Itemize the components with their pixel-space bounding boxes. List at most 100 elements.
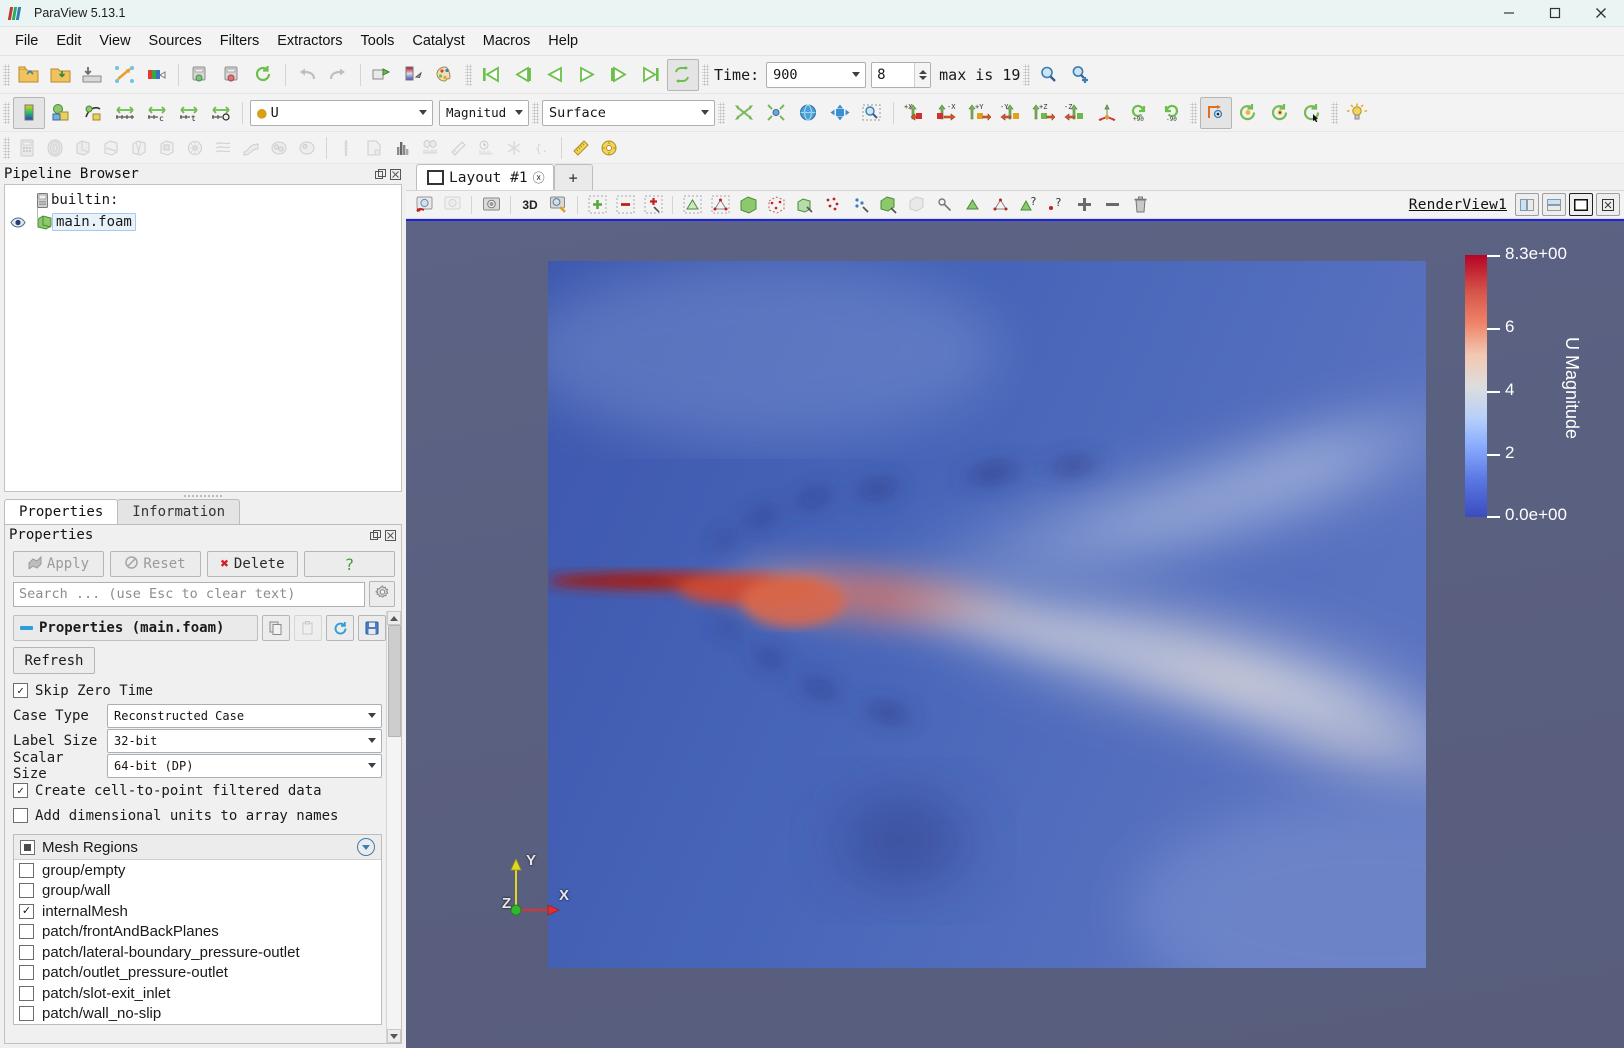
maximize-view-button[interactable]: [1569, 193, 1593, 216]
menu-extractors[interactable]: Extractors: [268, 30, 351, 52]
save-data-icon[interactable]: [77, 59, 109, 91]
chevron-down-icon[interactable]: [847, 63, 865, 87]
pipeline-node-builtin[interactable]: builtin:: [5, 189, 401, 211]
show-center-axes-icon[interactable]: [1200, 96, 1232, 129]
component-selector[interactable]: Magnitud: [439, 99, 529, 126]
toolbar-grip[interactable]: [3, 63, 10, 86]
save-defaults-button[interactable]: [358, 615, 386, 641]
chevron-down-icon[interactable]: [510, 101, 528, 125]
play-button[interactable]: [571, 59, 603, 91]
chevron-down-icon[interactable]: [696, 101, 714, 125]
render-view-name[interactable]: RenderView1: [1409, 197, 1507, 213]
reset-center-icon[interactable]: [1232, 97, 1264, 129]
skip-zero-time-row[interactable]: ✓ Skip Zero Time: [13, 678, 386, 703]
glyph-filter-icon[interactable]: [181, 134, 209, 162]
delete-annotation-icon[interactable]: [1126, 191, 1154, 219]
toolbar-grip[interactable]: [718, 101, 725, 124]
list-item[interactable]: patch/slot-exit_inlet: [14, 983, 381, 1004]
reset-camera-icon[interactable]: [728, 97, 760, 129]
delete-button[interactable]: ✖ Delete: [207, 551, 298, 577]
chevron-down-icon[interactable]: [363, 730, 381, 752]
camera-zoom-icon[interactable]: [544, 191, 572, 219]
disconnect-server-icon[interactable]: [216, 59, 248, 91]
save-state-icon[interactable]: [45, 59, 77, 91]
toolbar-grip[interactable]: [465, 63, 472, 86]
view-minus-y-icon[interactable]: -Y: [995, 97, 1027, 129]
view-plus-z-icon[interactable]: +Z: [1027, 97, 1059, 129]
rescale-visible-range-icon[interactable]: t: [173, 97, 205, 129]
pick-center-icon[interactable]: [1264, 97, 1296, 129]
redo-icon[interactable]: [323, 59, 355, 91]
close-view-button[interactable]: [1596, 193, 1620, 216]
toolbar-grip[interactable]: [532, 101, 539, 124]
mesh-region-checkbox[interactable]: [19, 862, 34, 878]
mesh-region-checkbox[interactable]: ✓: [19, 903, 34, 919]
zoom-closest-icon[interactable]: [824, 97, 856, 129]
cell-to-point-row[interactable]: ✓ Create cell-to-point filtered data: [13, 778, 386, 803]
tab-properties[interactable]: Properties: [4, 499, 119, 524]
mesh-region-checkbox[interactable]: [19, 1006, 34, 1022]
plot-over-time-icon[interactable]: [472, 134, 500, 162]
menu-sources[interactable]: Sources: [140, 30, 211, 52]
clip-filter-icon[interactable]: [69, 134, 97, 162]
redo-camera-icon[interactable]: [438, 191, 466, 219]
restore-defaults-button[interactable]: [326, 615, 354, 641]
mesh-region-checkbox[interactable]: [19, 965, 34, 981]
maximize-button[interactable]: [1532, 0, 1578, 26]
plot-over-line-icon[interactable]: [332, 134, 360, 162]
list-item[interactable]: patch/frontAndBackPlanes: [14, 922, 381, 943]
label-size-select[interactable]: 32-bit: [107, 728, 382, 753]
chevron-down-icon[interactable]: [414, 101, 432, 125]
interactive-select-points-icon[interactable]: [818, 191, 846, 219]
menu-tools[interactable]: Tools: [352, 30, 404, 52]
undock-icon[interactable]: [374, 168, 387, 181]
clear-selection-icon[interactable]: [902, 191, 930, 219]
mesh-regions-tristate-checkbox[interactable]: [20, 839, 35, 855]
mesh-region-checkbox[interactable]: [19, 924, 34, 940]
select-cells-surface-icon[interactable]: [678, 191, 706, 219]
select-cell-icon[interactable]: [958, 191, 986, 219]
group-datasets-filter-icon[interactable]: [265, 134, 293, 162]
view-minus-x-icon[interactable]: -X: [931, 97, 963, 129]
menu-filters[interactable]: Filters: [211, 30, 268, 52]
panel-splitter[interactable]: [0, 492, 406, 499]
rescale-to-data-range-icon[interactable]: [77, 97, 109, 129]
first-frame-button[interactable]: [475, 59, 507, 91]
programmable-filter-icon[interactable]: [500, 134, 528, 162]
skip-zero-time-checkbox[interactable]: ✓: [13, 683, 28, 698]
paste-properties-button[interactable]: [294, 615, 322, 641]
contour-filter-icon[interactable]: [41, 134, 69, 162]
tab-layout-1[interactable]: Layout #1 ⓧ: [416, 164, 554, 190]
dimensional-units-row[interactable]: Add dimensional units to array names: [13, 803, 386, 828]
color-legend[interactable]: 8.3e+00 6 4 2 0.0e+00 U Magnitude: [1465, 244, 1615, 555]
rotate-90-ccw-icon[interactable]: -90: [1155, 97, 1187, 129]
representation-selector[interactable]: Surface: [542, 99, 715, 126]
edit-color-palette-icon[interactable]: [430, 59, 462, 91]
warp-filter-icon[interactable]: [237, 134, 265, 162]
connect-server-icon[interactable]: [184, 59, 216, 91]
view-plus-y-icon[interactable]: +Y: [963, 97, 995, 129]
reset-camera-closest-icon[interactable]: [1296, 97, 1328, 129]
menu-catalyst[interactable]: Catalyst: [403, 30, 473, 52]
dimensional-units-checkbox[interactable]: [13, 808, 28, 823]
mesh-regions-header[interactable]: Mesh Regions: [14, 835, 381, 860]
toolbar-grip[interactable]: [702, 63, 709, 86]
menu-macros[interactable]: Macros: [474, 30, 540, 52]
toolbar-grip[interactable]: [3, 136, 10, 159]
toolbar-grip[interactable]: [1023, 63, 1031, 86]
rescale-over-time-icon[interactable]: c: [141, 97, 173, 129]
mesh-regions-options-icon[interactable]: [357, 838, 375, 856]
close-icon[interactable]: [384, 529, 397, 542]
toggle-selection-icon[interactable]: [639, 191, 667, 219]
new-layout-tab-button[interactable]: +: [553, 164, 593, 190]
query-point-icon[interactable]: ?: [1042, 191, 1070, 219]
advanced-properties-button[interactable]: [369, 581, 395, 607]
camera-link-icon[interactable]: [366, 59, 398, 91]
tab-information[interactable]: Information: [117, 499, 241, 524]
reload-files-icon[interactable]: [248, 59, 280, 91]
subtract-selection-icon[interactable]: [611, 191, 639, 219]
list-item[interactable]: group/wall: [14, 881, 381, 902]
stepper-arrows[interactable]: [914, 62, 931, 87]
extract-level-filter-icon[interactable]: [293, 134, 321, 162]
toolbar-grip[interactable]: [3, 101, 10, 124]
